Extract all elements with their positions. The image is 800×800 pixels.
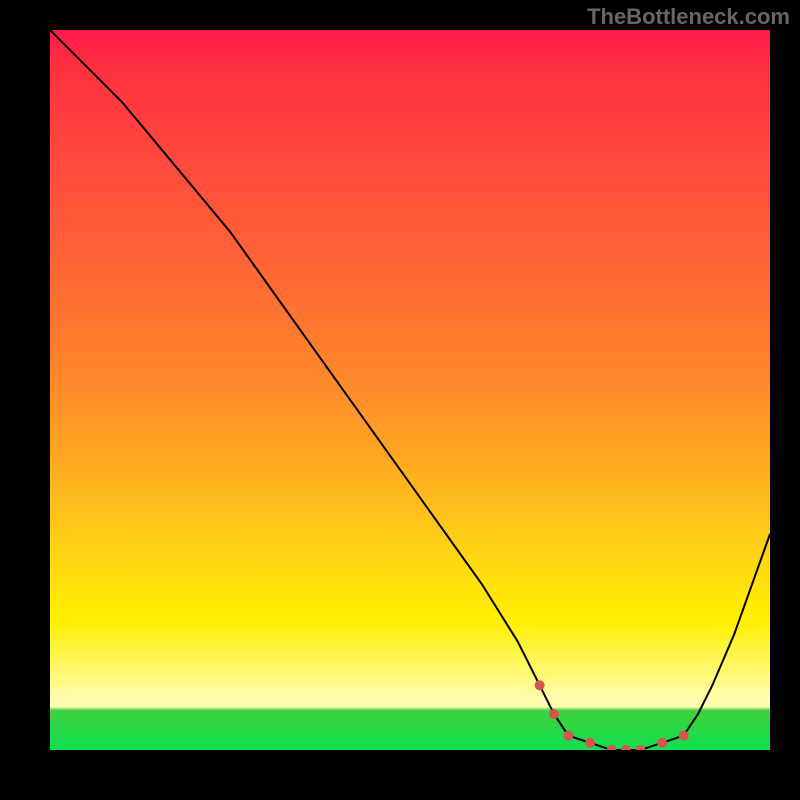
chart-root: TheBottleneck.com: [0, 0, 800, 800]
min-marker: [657, 738, 667, 748]
min-marker: [585, 738, 595, 748]
min-marker: [621, 745, 631, 750]
plot-area: [50, 30, 770, 750]
min-markers: [535, 680, 689, 750]
min-marker: [635, 745, 645, 750]
min-marker: [563, 731, 573, 741]
min-marker: [607, 745, 617, 750]
curve-svg: [50, 30, 770, 750]
min-marker: [549, 709, 559, 719]
min-marker: [679, 731, 689, 741]
bottleneck-curve: [50, 30, 770, 750]
attribution-label: TheBottleneck.com: [587, 4, 790, 30]
min-marker: [535, 680, 545, 690]
